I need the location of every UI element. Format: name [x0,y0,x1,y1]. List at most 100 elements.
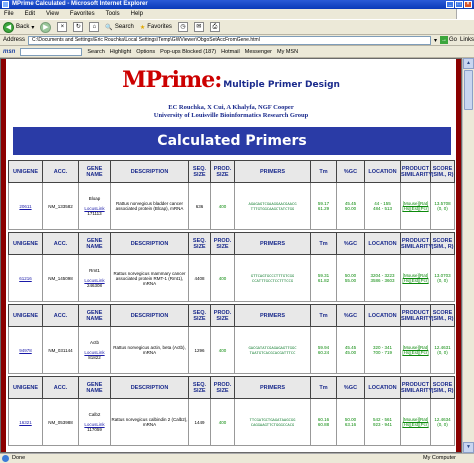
reverse-primer: TAATGTCACGCACGATTTCC [249,350,296,355]
header-gene-name: GENE NAME [78,304,111,327]
msn-toolbar: msn Search Highlight Options Pop-ups Blo… [0,46,474,58]
page-banner: Calculated Primers [13,127,451,155]
menu-tools[interactable]: Tools [106,11,120,17]
links-button[interactable]: Links [460,37,474,43]
header-location: LOCATION [364,304,401,327]
menu-file[interactable]: File [4,11,14,17]
description: Rattus norvegicus actin, beta (Actb), mR… [113,345,186,355]
back-label: Back [16,24,30,30]
cell-unigene: 94978 [8,326,43,374]
unigene-link[interactable]: 61216 [19,276,32,281]
home-icon[interactable]: ⌂ [89,22,100,32]
minimize-button[interactable]: _ [446,1,454,8]
cell-seq-size: 4408 [188,254,211,302]
window-controls: _ □ × [446,1,472,8]
unigene-link[interactable]: 20611 [19,204,31,209]
cell-acc: NM_145098 [42,254,79,302]
cell-acc: NM_133582 [42,182,79,230]
cell-unigene: 16321 [8,398,43,446]
unigene-link[interactable]: 94978 [19,348,32,353]
cell-gc: 50.00 55.00 [336,254,365,302]
similarity-hs-est-pcr-link[interactable]: [Hs][Est][Pcr] [402,422,428,427]
cell-tm: 59.31 61.82 [310,254,337,302]
header-tm: Tm [310,160,337,183]
cell-prod-size: 400 [210,326,235,374]
options-button[interactable]: Options [136,49,155,55]
msn-search-button[interactable]: Search [87,49,104,55]
header-description: DESCRIPTION [110,232,189,255]
back-button[interactable]: ◀ Back ▾ [3,21,34,33]
cell-gc: 50.00 63.16 [336,398,365,446]
primer-table: UNIGENE ACC. GENE NAME DESCRIPTION SEQ. SIZE… [8,232,455,302]
vertical-scrollbar[interactable]: ▲ ▼ [462,58,474,453]
university: University of Louisville Bioinformatics … [153,112,309,119]
hotmail-button[interactable]: Hotmail [221,49,240,55]
header-unigene: UNIGENE [8,232,43,255]
header-acc: ACC. [42,376,79,399]
header-tm: Tm [310,304,337,327]
reverse-primer: TTTGTGGCAAGCTATCTGG [250,206,295,211]
address-bar: Address C:\Documents and Settings\Eric R… [0,35,474,46]
acc-value: NM_053988 [48,419,73,425]
search-button[interactable]: 🔍 Search [105,24,134,31]
header-primers: PRIMERS [234,304,311,327]
my-msn-button[interactable]: My MSN [277,49,298,55]
header-gc: %GC [336,376,365,399]
refresh-icon[interactable]: ↻ [73,22,84,32]
header-acc: ACC. [42,304,79,327]
forward-button[interactable]: ▶ [40,21,52,33]
reverse-primer: CCATTTGCCTCCTTTCCG [251,278,294,283]
header-acc: ACC. [42,160,79,183]
header-gene-name: GENE NAME [78,232,111,255]
go-arrow-icon: → [439,36,448,44]
page-content: MPrime: Multiple Primer Design EC Rouchk… [6,59,456,452]
cell-tm: 59.17 61.29 [310,182,337,230]
print-icon[interactable]: ⎙ [209,22,220,32]
similarity-hs-est-pcr-link[interactable]: [Hs][Est][Pcr] [402,350,428,355]
stop-icon[interactable]: × [57,22,68,32]
cell-description: Rattus norvegicus mammary cancer associa… [110,254,189,302]
go-button[interactable]: → Go [439,36,457,44]
scroll-thumb[interactable] [464,70,473,110]
menu-favorites[interactable]: Favorites [70,11,95,17]
prod-size: 400 [218,419,227,425]
close-button[interactable]: × [464,1,472,8]
menu-bar: File Edit View Favorites Tools Help [0,9,474,19]
authors-block: EC Rouchka, X Cui, A Khalyfa, NGF Cooper… [6,104,456,120]
header-description: DESCRIPTION [110,376,189,399]
table-row: 16321 NM_053988 Calb2 LocusLink 117059 Rattus… [8,398,455,446]
cell-gene-name: Bloap LocusLink 171113 [78,182,111,230]
similarity-hs-est-pcr-link[interactable]: [Hs][Est][Pcr] [402,278,428,283]
scroll-up-icon[interactable]: ▲ [463,58,474,69]
maximize-button[interactable]: □ [455,1,463,8]
unigene-link[interactable]: 16321 [19,420,32,425]
favorites-label: Favorites [147,24,172,30]
menu-view[interactable]: View [46,11,59,17]
gene-name: Calb2 [88,412,101,417]
mail-icon[interactable]: ✉ [193,22,204,32]
header-tm: Tm [310,232,337,255]
header-prod-size: PROD. SIZE [210,160,235,183]
header-tm: Tm [310,376,337,399]
cell-acc: NM_031144 [42,326,79,374]
highlight-button[interactable]: Highlight [110,49,131,55]
locus-id: 171113 [87,211,102,216]
acc-value: NM_145098 [48,275,73,281]
messenger-button[interactable]: Messenger [245,49,272,55]
cell-prod-size: 400 [210,254,235,302]
menu-help[interactable]: Help [131,11,143,17]
gene-name: Actb [89,340,99,345]
address-input[interactable]: C:\Documents and Settings\Eric Rouchka\L… [28,35,431,45]
menu-edit[interactable]: Edit [25,11,35,17]
header-prod-size: PROD. SIZE [210,232,235,255]
msn-search-input[interactable] [20,47,83,56]
similarity-hs-est-pcr-link[interactable]: [Hs][Est][Pcr] [402,206,428,211]
favorites-button[interactable]: ★ Favorites [140,24,172,31]
acc-value: NM_133582 [48,203,73,209]
scroll-down-icon[interactable]: ▼ [463,442,474,453]
cell-product-similarity: [Mouse][Rat] [Hs][Est][Pcr] [400,254,431,302]
popups-blocked-button[interactable]: Pop-ups Blocked (187) [160,49,216,55]
tm-reverse: 60.24 [317,350,330,355]
history-icon[interactable]: ◷ [177,22,188,32]
chevron-down-icon[interactable]: ▾ [434,37,437,44]
